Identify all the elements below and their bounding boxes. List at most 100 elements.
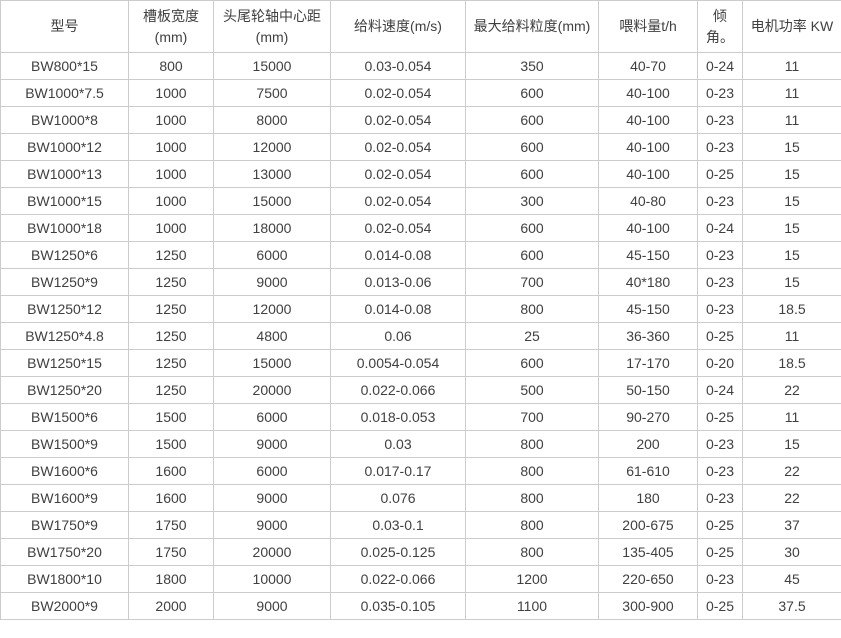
cell-model: BW1000*15 xyxy=(1,188,129,215)
cell-incline: 0-25 xyxy=(698,539,743,566)
cell-motor_power: 11 xyxy=(743,80,841,107)
cell-center_distance: 20000 xyxy=(214,539,331,566)
column-header-trough_width: 槽板宽度(mm) xyxy=(129,1,214,53)
cell-max_particle: 600 xyxy=(466,107,599,134)
cell-incline: 0-24 xyxy=(698,215,743,242)
cell-model: BW1250*4.8 xyxy=(1,323,129,350)
cell-feed_capacity: 90-270 xyxy=(599,404,698,431)
cell-model: BW1250*12 xyxy=(1,296,129,323)
cell-trough_width: 1500 xyxy=(129,404,214,431)
cell-model: BW1750*9 xyxy=(1,512,129,539)
cell-center_distance: 6000 xyxy=(214,242,331,269)
header-row: 型号槽板宽度(mm)头尾轮轴中心距(mm)给料速度(m/s)最大给料粒度(mm)… xyxy=(1,1,841,53)
cell-feed_capacity: 40-100 xyxy=(599,134,698,161)
table-row: BW1250*4.8125048000.062536-3600-2511 xyxy=(1,323,841,350)
table-row: BW1750*9175090000.03-0.1800200-6750-2537 xyxy=(1,512,841,539)
cell-feed_capacity: 40-80 xyxy=(599,188,698,215)
cell-trough_width: 1500 xyxy=(129,431,214,458)
cell-feed_speed: 0.076 xyxy=(331,485,466,512)
table-row: BW1000*181000180000.02-0.05460040-1000-2… xyxy=(1,215,841,242)
cell-feed_speed: 0.013-0.06 xyxy=(331,269,466,296)
cell-model: BW1000*8 xyxy=(1,107,129,134)
table-row: BW1000*131000130000.02-0.05460040-1000-2… xyxy=(1,161,841,188)
cell-feed_capacity: 45-150 xyxy=(599,242,698,269)
column-header-max_particle: 最大给料粒度(mm) xyxy=(466,1,599,53)
cell-trough_width: 1250 xyxy=(129,269,214,296)
cell-trough_width: 1000 xyxy=(129,188,214,215)
cell-max_particle: 1200 xyxy=(466,566,599,593)
cell-incline: 0-23 xyxy=(698,296,743,323)
cell-trough_width: 2000 xyxy=(129,593,214,620)
cell-feed_speed: 0.025-0.125 xyxy=(331,539,466,566)
table-row: BW1000*121000120000.02-0.05460040-1000-2… xyxy=(1,134,841,161)
column-header-feed_capacity: 喂料量t/h xyxy=(599,1,698,53)
cell-incline: 0-23 xyxy=(698,458,743,485)
cell-trough_width: 1250 xyxy=(129,323,214,350)
cell-model: BW1600*6 xyxy=(1,458,129,485)
cell-model: BW1250*6 xyxy=(1,242,129,269)
cell-feed_capacity: 40-100 xyxy=(599,107,698,134)
cell-center_distance: 8000 xyxy=(214,107,331,134)
cell-incline: 0-23 xyxy=(698,107,743,134)
cell-trough_width: 1800 xyxy=(129,566,214,593)
cell-incline: 0-25 xyxy=(698,512,743,539)
cell-feed_capacity: 180 xyxy=(599,485,698,512)
cell-max_particle: 800 xyxy=(466,539,599,566)
cell-feed_speed: 0.014-0.08 xyxy=(331,296,466,323)
cell-incline: 0-25 xyxy=(698,593,743,620)
cell-feed_capacity: 61-610 xyxy=(599,458,698,485)
column-header-motor_power: 电机功率 KW xyxy=(743,1,841,53)
table-row: BW1250*121250120000.014-0.0880045-1500-2… xyxy=(1,296,841,323)
cell-center_distance: 10000 xyxy=(214,566,331,593)
cell-feed_speed: 0.06 xyxy=(331,323,466,350)
cell-feed_speed: 0.02-0.054 xyxy=(331,80,466,107)
cell-trough_width: 1000 xyxy=(129,107,214,134)
cell-trough_width: 1250 xyxy=(129,377,214,404)
cell-model: BW1800*10 xyxy=(1,566,129,593)
cell-max_particle: 600 xyxy=(466,134,599,161)
cell-motor_power: 11 xyxy=(743,323,841,350)
cell-feed_capacity: 135-405 xyxy=(599,539,698,566)
cell-motor_power: 18.5 xyxy=(743,296,841,323)
cell-incline: 0-25 xyxy=(698,161,743,188)
cell-max_particle: 600 xyxy=(466,80,599,107)
cell-feed_capacity: 300-900 xyxy=(599,593,698,620)
cell-motor_power: 11 xyxy=(743,53,841,80)
cell-feed_capacity: 40-100 xyxy=(599,215,698,242)
cell-center_distance: 9000 xyxy=(214,485,331,512)
cell-incline: 0-23 xyxy=(698,431,743,458)
table-row: BW1000*151000150000.02-0.05430040-800-23… xyxy=(1,188,841,215)
cell-trough_width: 1000 xyxy=(129,215,214,242)
cell-model: BW1000*18 xyxy=(1,215,129,242)
cell-feed_speed: 0.03-0.054 xyxy=(331,53,466,80)
cell-incline: 0-20 xyxy=(698,350,743,377)
cell-feed_speed: 0.035-0.105 xyxy=(331,593,466,620)
cell-feed_capacity: 40-70 xyxy=(599,53,698,80)
cell-center_distance: 20000 xyxy=(214,377,331,404)
table-row: BW1800*101800100000.022-0.0661200220-650… xyxy=(1,566,841,593)
table-row: BW800*15800150000.03-0.05435040-700-2411 xyxy=(1,53,841,80)
cell-motor_power: 45 xyxy=(743,566,841,593)
cell-model: BW1500*6 xyxy=(1,404,129,431)
cell-center_distance: 7500 xyxy=(214,80,331,107)
cell-center_distance: 15000 xyxy=(214,350,331,377)
feeder-spec-table: 型号槽板宽度(mm)头尾轮轴中心距(mm)给料速度(m/s)最大给料粒度(mm)… xyxy=(0,0,841,620)
cell-center_distance: 9000 xyxy=(214,269,331,296)
cell-motor_power: 37 xyxy=(743,512,841,539)
cell-trough_width: 1750 xyxy=(129,512,214,539)
cell-max_particle: 800 xyxy=(466,431,599,458)
cell-incline: 0-23 xyxy=(698,269,743,296)
cell-motor_power: 22 xyxy=(743,485,841,512)
cell-max_particle: 600 xyxy=(466,215,599,242)
cell-max_particle: 800 xyxy=(466,458,599,485)
cell-max_particle: 700 xyxy=(466,269,599,296)
cell-motor_power: 18.5 xyxy=(743,350,841,377)
cell-trough_width: 1600 xyxy=(129,458,214,485)
cell-center_distance: 12000 xyxy=(214,296,331,323)
table-row: BW1600*9160090000.0768001800-2322 xyxy=(1,485,841,512)
cell-feed_speed: 0.03-0.1 xyxy=(331,512,466,539)
cell-incline: 0-23 xyxy=(698,80,743,107)
table-row: BW1250*9125090000.013-0.0670040*1800-231… xyxy=(1,269,841,296)
cell-feed_speed: 0.017-0.17 xyxy=(331,458,466,485)
cell-center_distance: 6000 xyxy=(214,458,331,485)
